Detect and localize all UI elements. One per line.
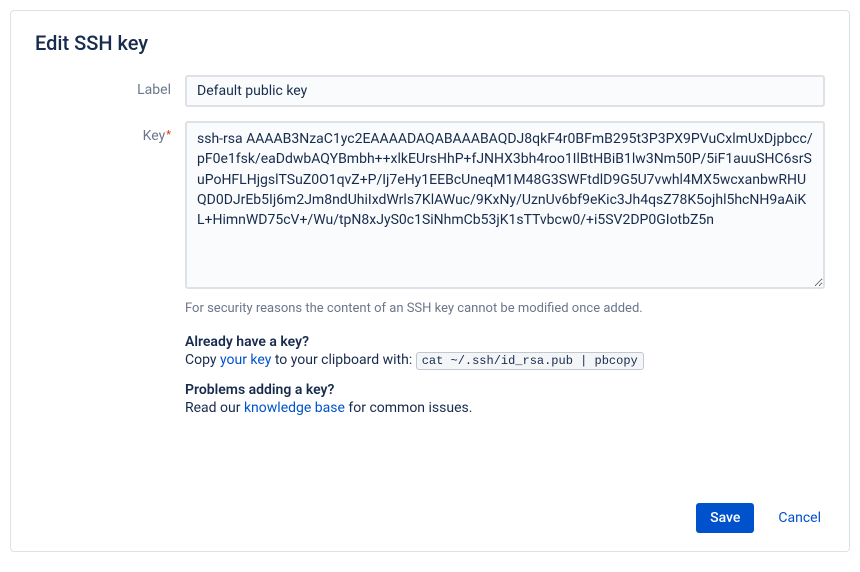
- modal-title: Edit SSH key: [35, 31, 825, 55]
- label-field-label: Label: [35, 75, 185, 98]
- label-row: Label: [35, 75, 825, 107]
- info-block: Already have a key? Copy your key to you…: [185, 334, 825, 416]
- label-input[interactable]: [185, 75, 825, 107]
- info-line-knowledge-base: Read our knowledge base for common issue…: [185, 400, 825, 416]
- key-row: Key* ssh-rsa AAAAB3NzaC1yc2EAAAADAQABAAA…: [35, 121, 825, 316]
- knowledge-base-link[interactable]: knowledge base: [244, 400, 345, 416]
- edit-ssh-key-modal: Edit SSH key Label Key* ssh-rsa AAAAB3Nz…: [10, 10, 850, 552]
- your-key-link[interactable]: your key: [220, 352, 271, 368]
- key-textarea[interactable]: ssh-rsa AAAAB3NzaC1yc2EAAAADAQABAAABAQDJ…: [185, 121, 825, 289]
- info-heading-have-key: Already have a key?: [185, 334, 825, 350]
- info-line-copy-key: Copy your key to your clipboard with: ca…: [185, 352, 825, 368]
- required-asterisk-icon: *: [166, 128, 171, 141]
- cancel-button[interactable]: Cancel: [774, 503, 825, 533]
- key-help-text: For security reasons the content of an S…: [185, 301, 825, 316]
- copy-command-code: cat ~/.ssh/id_rsa.pub | pbcopy: [416, 352, 644, 370]
- key-field-label: Key*: [35, 121, 185, 144]
- save-button[interactable]: Save: [696, 503, 754, 533]
- modal-footer: Save Cancel: [696, 503, 825, 533]
- info-heading-problems: Problems adding a key?: [185, 382, 825, 398]
